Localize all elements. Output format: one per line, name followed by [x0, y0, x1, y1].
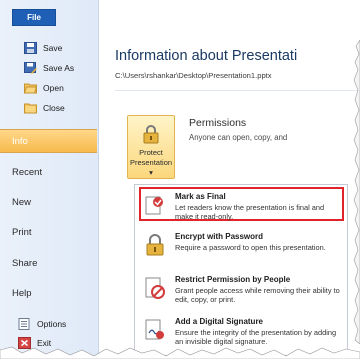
open-folder-icon — [24, 83, 37, 94]
protect-label-line1: Protect — [139, 148, 163, 157]
options-command[interactable]: Options — [18, 316, 88, 332]
save-icon — [24, 42, 37, 54]
protect-presentation-button[interactable]: Protect Presentation ▾ — [127, 115, 175, 179]
digital-signature-icon — [145, 319, 164, 340]
powerpoint-backstage-view: File Save Save As Open Close Info Recent… — [0, 0, 360, 359]
save-label: Save — [43, 43, 63, 53]
open-command[interactable]: Open — [24, 80, 94, 96]
digital-signature-title: Add a Digital Signature — [175, 317, 264, 326]
nav-share[interactable]: Share — [0, 251, 97, 275]
mark-as-final-description: Let readers know the presentation is fin… — [175, 203, 325, 221]
nav-new[interactable]: New — [0, 190, 97, 214]
menu-item-restrict-permission[interactable]: Restrict Permission by People Grant peop… — [139, 271, 341, 307]
save-as-label: Save As — [43, 63, 75, 73]
mark-as-final-title: Mark as Final — [175, 192, 226, 201]
nav-help[interactable]: Help — [0, 281, 97, 305]
protect-button-label: Protect Presentation ▾ — [128, 148, 174, 178]
file-tab[interactable]: File — [12, 9, 56, 26]
nav-print[interactable]: Print — [0, 220, 97, 244]
menu-item-encrypt-with-password[interactable]: Encrypt with Password Require a password… — [139, 228, 341, 264]
permissions-heading: Permissions — [189, 117, 247, 129]
restrict-permission-description: Grant people access while removing their… — [175, 286, 340, 304]
restrict-permission-title: Restrict Permission by People — [175, 275, 291, 284]
options-icon — [18, 318, 30, 330]
permissions-description: Anyone can open, copy, and — [189, 133, 288, 142]
restrict-permission-icon — [145, 277, 165, 299]
torn-right-edge — [353, 40, 360, 344]
save-as-command[interactable]: Save As — [24, 60, 94, 76]
nav-recent[interactable]: Recent — [0, 160, 97, 184]
protect-label-line2: Presentation ▾ — [129, 158, 173, 177]
encrypt-title: Encrypt with Password — [175, 232, 264, 241]
info-panel: Information about Presentati C:\Users\rs… — [99, 0, 360, 359]
divider — [115, 90, 360, 91]
mark-final-icon — [145, 196, 163, 215]
torn-bottom-edge — [0, 346, 360, 359]
encrypt-description: Require a password to open this presenta… — [175, 243, 326, 252]
options-label: Options — [37, 319, 67, 329]
close-label: Close — [43, 103, 65, 113]
file-path: C:\Users\rshankar\Desktop\Presentation1.… — [115, 71, 272, 80]
backstage-left-panel: File Save Save As Open Close Info Recent… — [0, 0, 99, 359]
close-folder-icon — [24, 103, 37, 114]
lock-icon — [143, 125, 159, 144]
page-title: Information about Presentati — [115, 48, 298, 64]
close-command[interactable]: Close — [24, 100, 94, 116]
open-label: Open — [43, 83, 64, 93]
nav-info[interactable]: Info — [0, 129, 97, 153]
encrypt-lock-icon — [146, 234, 164, 256]
protect-dropdown-menu: Mark as Final Let readers know the prese… — [134, 184, 348, 356]
save-as-icon — [24, 62, 37, 74]
save-command[interactable]: Save — [24, 40, 94, 56]
menu-item-mark-as-final[interactable]: Mark as Final Let readers know the prese… — [139, 188, 341, 224]
